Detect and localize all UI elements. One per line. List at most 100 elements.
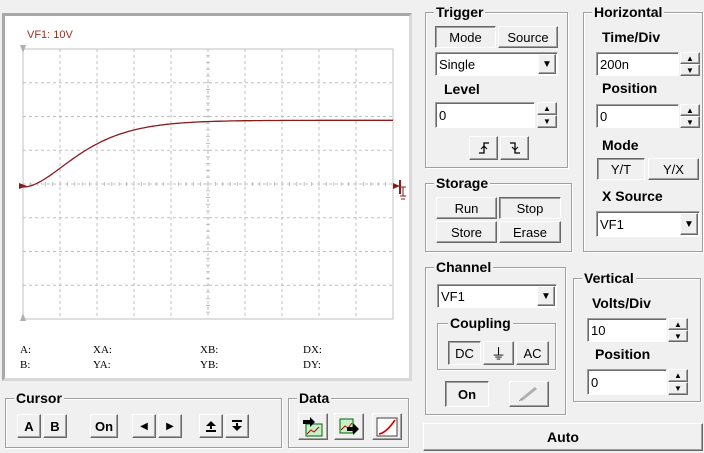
- probe-icon: [518, 386, 537, 402]
- horizontal-position-value: 0: [600, 108, 608, 124]
- horizontal-position-input[interactable]: 0: [596, 104, 679, 128]
- plot-curve-icon: [376, 417, 398, 436]
- trigger-level-input[interactable]: 0: [435, 102, 535, 128]
- storage-stop-button[interactable]: Stop: [499, 197, 561, 219]
- storage-run-button[interactable]: Run: [436, 197, 497, 219]
- spin-down-icon[interactable]: ▼: [680, 116, 700, 128]
- spin-down-icon[interactable]: ▼: [537, 115, 557, 128]
- triangle-right-icon: ▶: [166, 420, 174, 432]
- cursor-a-button[interactable]: A: [17, 414, 41, 438]
- trigger-bottom-marker: [20, 313, 26, 321]
- storage-erase-label: Erase: [513, 224, 547, 240]
- time-div-input[interactable]: 200n: [596, 52, 679, 76]
- x-source-select[interactable]: VF1 ▼: [596, 211, 700, 237]
- triangle-left-icon: ◀: [140, 420, 148, 432]
- storage-stop-label: Stop: [516, 200, 544, 216]
- cursor-a-label: A: [24, 418, 34, 434]
- channel-select[interactable]: VF1 ▼: [437, 284, 557, 308]
- cursor-on-button[interactable]: On: [90, 414, 118, 438]
- export-chart-button[interactable]: [298, 413, 328, 440]
- scope-screen[interactable]: [5, 16, 409, 378]
- cursor-left-button[interactable]: ◀: [132, 414, 156, 438]
- trigger-source-tab[interactable]: Source: [498, 26, 558, 48]
- readout-xb: XB:: [200, 344, 219, 356]
- cursor-up-button[interactable]: [199, 414, 223, 438]
- cursor-group: Cursor A B On ◀ ▶: [5, 390, 282, 448]
- trigger-rising-edge-button[interactable]: [469, 136, 498, 160]
- trigger-source-tab-label: Source: [507, 29, 549, 45]
- vertical-position-input[interactable]: 0: [587, 369, 667, 395]
- export-chart-icon: [303, 416, 323, 436]
- spin-up-icon[interactable]: ▲: [537, 102, 557, 115]
- spin-up-icon[interactable]: ▲: [668, 369, 688, 382]
- volts-div-value: 10: [591, 322, 606, 338]
- spin-down-icon[interactable]: ▼: [680, 64, 700, 76]
- time-div-spinner[interactable]: ▲ ▼: [680, 52, 700, 76]
- trigger-falling-edge-button[interactable]: [500, 136, 529, 160]
- auto-label: Auto: [547, 429, 579, 445]
- trigger-mode-tab[interactable]: Mode: [435, 26, 496, 48]
- coupling-ground-button[interactable]: ⏚: [483, 341, 514, 365]
- probe-button[interactable]: [509, 381, 549, 407]
- cursor-on-label: On: [94, 418, 114, 434]
- vertical-position-spinner[interactable]: ▲ ▼: [668, 369, 688, 395]
- chevron-down-icon[interactable]: ▼: [538, 54, 556, 74]
- time-div-label: Time/Div: [602, 29, 661, 45]
- vertical-position-value: 0: [591, 374, 599, 390]
- spin-up-icon[interactable]: ▲: [680, 52, 700, 64]
- horizontal-group: Horizontal Time/Div 200n ▲ ▼ Position 0 …: [583, 4, 703, 252]
- mode-yt-button[interactable]: Y/T: [597, 158, 645, 180]
- coupling-ac-button[interactable]: AC: [516, 341, 549, 365]
- auto-button[interactable]: Auto: [423, 423, 703, 451]
- data-title: Data: [297, 390, 332, 406]
- storage-erase-button[interactable]: Erase: [499, 221, 561, 243]
- time-div-value: 200n: [600, 56, 629, 72]
- channel-on-label: On: [457, 386, 477, 402]
- rising-edge-icon: [478, 142, 489, 154]
- x-source-value: VF1: [600, 216, 624, 232]
- channel-value: VF1: [441, 288, 465, 304]
- spin-up-icon[interactable]: ▲: [668, 318, 688, 330]
- horizontal-position-spinner[interactable]: ▲ ▼: [680, 104, 700, 128]
- cursor-b-label: B: [50, 418, 60, 434]
- storage-store-button[interactable]: Store: [436, 221, 497, 243]
- plot-curve-button[interactable]: [372, 413, 402, 440]
- storage-store-label: Store: [450, 224, 483, 240]
- chevron-down-icon[interactable]: ▼: [537, 286, 555, 306]
- cursor-down-button[interactable]: [225, 414, 249, 438]
- spin-down-icon[interactable]: ▼: [668, 330, 688, 342]
- spin-down-icon[interactable]: ▼: [668, 382, 688, 395]
- trigger-level-marker-icon: [393, 180, 406, 200]
- readout-b: B:: [20, 359, 31, 371]
- spin-up-icon[interactable]: ▲: [680, 104, 700, 116]
- readout-a: A:: [20, 344, 31, 356]
- cursor-right-button[interactable]: ▶: [158, 414, 182, 438]
- x-source-label: X Source: [602, 188, 663, 204]
- readout-dx: DX:: [303, 344, 322, 356]
- storage-title: Storage: [434, 175, 491, 191]
- horizontal-mode-label: Mode: [602, 137, 639, 153]
- trigger-mode-select[interactable]: Single ▼: [435, 52, 558, 76]
- trigger-group: Trigger Mode Source Single ▼ Level 0 ▲ ▼: [425, 4, 568, 168]
- save-data-button[interactable]: [334, 413, 364, 440]
- chevron-down-icon[interactable]: ▼: [680, 213, 698, 235]
- readout-dy: DY:: [303, 359, 321, 371]
- mode-yt-label: Y/T: [610, 161, 632, 177]
- volts-div-label: Volts/Div: [592, 295, 651, 311]
- trigger-level-spinner[interactable]: ▲ ▼: [537, 102, 557, 128]
- trigger-mode-tab-label: Mode: [449, 29, 482, 45]
- mode-yx-button[interactable]: Y/X: [648, 158, 699, 180]
- trigger-level-value: 0: [439, 107, 447, 123]
- volts-div-spinner[interactable]: ▲ ▼: [668, 318, 688, 342]
- trigger-level-label: Level: [444, 81, 480, 97]
- channel-on-button[interactable]: On: [445, 381, 489, 407]
- horizontal-title: Horizontal: [592, 4, 665, 20]
- coupling-dc-button[interactable]: DC: [448, 341, 481, 365]
- volts-div-input[interactable]: 10: [587, 318, 667, 342]
- mode-yx-label: Y/X: [663, 161, 684, 177]
- coupling-dc-label: DC: [455, 345, 474, 361]
- coupling-title: Coupling: [448, 315, 513, 331]
- data-group: Data: [288, 390, 409, 448]
- cursor-b-button[interactable]: B: [43, 414, 67, 438]
- ground-icon: ⏚: [490, 345, 506, 363]
